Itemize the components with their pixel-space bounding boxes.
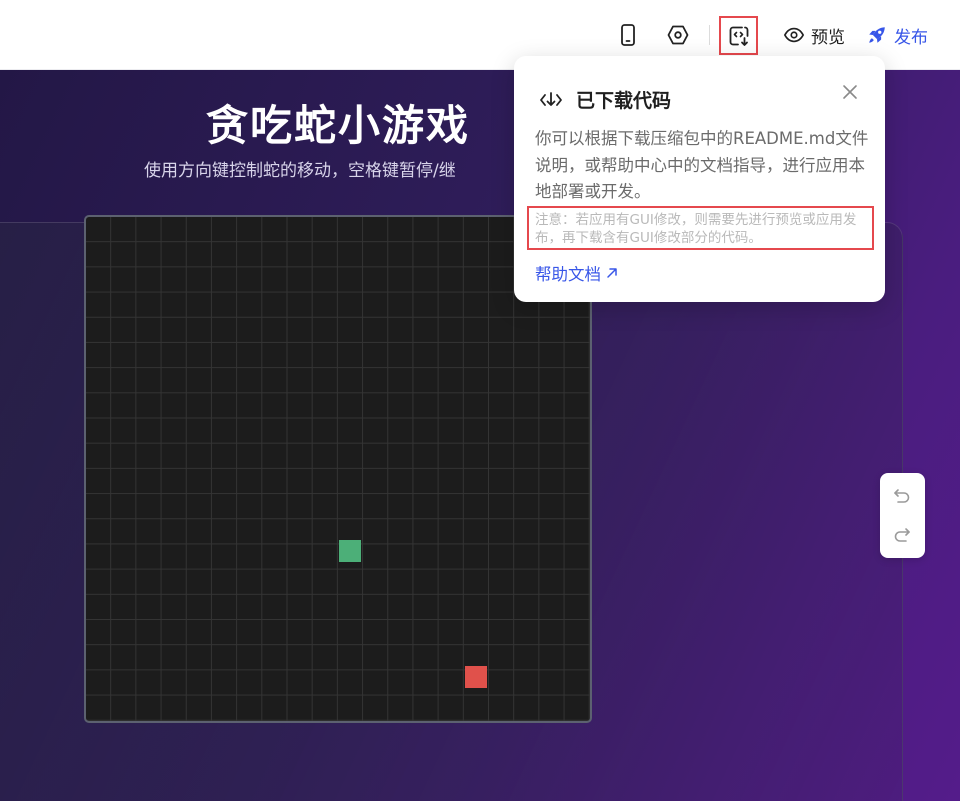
- snake-head: [339, 540, 361, 562]
- redo-icon: [894, 528, 910, 542]
- close-icon: [843, 85, 857, 99]
- mobile-preview-button[interactable]: [610, 17, 646, 53]
- popover-description: 你可以根据下载压缩包中的README.md文件说明，或帮助中心中的文档指导，进行…: [535, 129, 869, 201]
- history-controls: [880, 473, 925, 558]
- preview-button[interactable]: 预览: [783, 20, 845, 50]
- publish-button[interactable]: 发布: [866, 20, 928, 50]
- code-download-icon: [729, 26, 748, 46]
- popover-title: 已下载代码: [576, 90, 672, 112]
- mobile-icon: [621, 24, 635, 46]
- app-window: 预览 发布 贪吃蛇小游戏 使用方向键控制蛇的移动，空格键暂停/继 已下载代码 你…: [0, 0, 960, 801]
- settings-button[interactable]: [660, 17, 696, 53]
- download-code-button[interactable]: [719, 16, 758, 55]
- toolbar-divider: [709, 25, 710, 45]
- undo-button[interactable]: [890, 484, 914, 508]
- settings-hex-icon: [667, 25, 689, 45]
- download-code-icon: [540, 91, 562, 106]
- popover-note: 注意：若应用有GUI修改，则需要先进行预览或应用发布，再下载含有GUI修改部分的…: [527, 206, 874, 250]
- help-docs-label: 帮助文档: [535, 265, 601, 284]
- download-code-popover: 已下载代码 你可以根据下载压缩包中的README.md文件说明，或帮助中心中的文…: [514, 56, 885, 302]
- undo-icon: [894, 489, 910, 503]
- game-subtitle: 使用方向键控制蛇的移动，空格键暂停/继: [144, 161, 456, 181]
- popover-close-button[interactable]: [840, 82, 860, 102]
- redo-button[interactable]: [890, 523, 914, 547]
- food-item: [465, 666, 487, 688]
- rocket-icon: [869, 27, 885, 43]
- external-arrow-icon: [607, 268, 617, 278]
- eye-icon: [783, 27, 805, 43]
- preview-label: 预览: [811, 27, 845, 48]
- publish-label: 发布: [894, 27, 928, 48]
- popover-header: 已下载代码: [538, 86, 671, 113]
- help-docs-link[interactable]: 帮助文档: [535, 261, 619, 285]
